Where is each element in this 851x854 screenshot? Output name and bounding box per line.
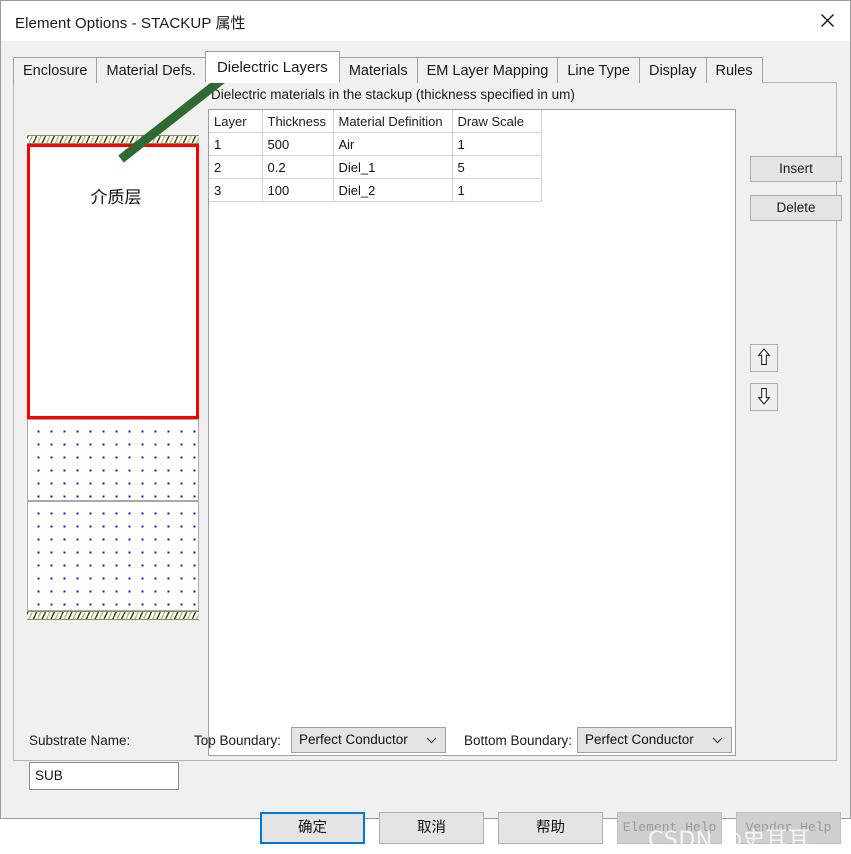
close-icon[interactable] [804, 1, 850, 40]
tab-line-type[interactable]: Line Type [557, 57, 640, 83]
substrate-name-label: Substrate Name: [29, 733, 131, 748]
cell-material[interactable]: Air [332, 132, 453, 156]
cell-draw-scale[interactable]: 1 [451, 132, 542, 156]
element-help-button: Element Help [617, 812, 722, 844]
tab-strip: Enclosure Material Defs. Dielectric Laye… [13, 51, 763, 83]
insert-button[interactable]: Insert [750, 156, 842, 182]
bottom-boundary-value: Perfect Conductor [585, 732, 694, 747]
top-boundary-label: Top Boundary: [194, 733, 282, 748]
table-header-row: Layer Thickness Material Definition Draw… [209, 110, 542, 133]
column-header-draw-scale[interactable]: Draw Scale [451, 110, 542, 133]
table-row[interactable]: 3 100 Diel_2 1 [209, 178, 542, 202]
column-header-thickness[interactable]: Thickness [261, 110, 334, 133]
cell-draw-scale[interactable]: 5 [451, 155, 542, 179]
dialog-client-area: Enclosure Material Defs. Dielectric Laye… [1, 41, 850, 853]
title-bar: Element Options - STACKUP 属性 [1, 1, 850, 41]
tab-material-defs[interactable]: Material Defs. [96, 57, 206, 83]
top-boundary-hatch [27, 135, 199, 144]
top-boundary-select[interactable]: Perfect Conductor [291, 727, 446, 753]
tab-em-layer-mapping[interactable]: EM Layer Mapping [416, 57, 559, 83]
preview-layer-diel-2[interactable] [27, 501, 199, 611]
cell-layer[interactable]: 3 [209, 178, 263, 202]
chevron-down-icon [426, 728, 437, 752]
cell-layer[interactable]: 1 [209, 132, 263, 156]
tab-dielectric-layers[interactable]: Dielectric Layers [204, 51, 340, 83]
tab-materials[interactable]: Materials [338, 57, 418, 83]
cell-thickness[interactable]: 500 [261, 132, 334, 156]
tab-rules[interactable]: Rules [705, 57, 763, 83]
move-up-button[interactable] [750, 344, 778, 372]
bottom-boundary-label: Bottom Boundary: [464, 733, 573, 748]
tab-enclosure[interactable]: Enclosure [13, 57, 98, 83]
dielectric-table-panel[interactable]: Layer Thickness Material Definition Draw… [208, 109, 736, 756]
preview-layer-diel-1[interactable] [27, 419, 199, 501]
table-row[interactable]: 1 500 Air 1 [209, 132, 542, 156]
cell-layer[interactable]: 2 [209, 155, 263, 179]
cell-thickness[interactable]: 0.2 [261, 155, 334, 179]
ok-button[interactable]: 确定 [260, 812, 365, 844]
tab-display[interactable]: Display [638, 57, 707, 83]
window-title: Element Options - STACKUP 属性 [15, 15, 246, 32]
vendor-help-button: Vendor Help [736, 812, 841, 844]
cell-draw-scale[interactable]: 1 [451, 178, 542, 202]
column-header-layer[interactable]: Layer [209, 110, 263, 133]
dielectric-table[interactable]: Layer Thickness Material Definition Draw… [209, 110, 542, 202]
top-boundary-value: Perfect Conductor [299, 732, 408, 747]
preview-layer-air[interactable]: 介质层 [27, 144, 199, 419]
cancel-button[interactable]: 取消 [379, 812, 484, 844]
stackup-preview[interactable]: 介质层 [27, 135, 199, 620]
dielectric-layers-panel: Dielectric materials in the stackup (thi… [13, 82, 842, 790]
element-options-dialog: Element Options - STACKUP 属性 Enclosure M… [0, 0, 851, 853]
table-row[interactable]: 2 0.2 Diel_1 5 [209, 155, 542, 179]
cell-thickness[interactable]: 100 [261, 178, 334, 202]
bottom-boundary-select[interactable]: Perfect Conductor [577, 727, 732, 753]
chevron-down-icon [712, 728, 723, 752]
move-down-button[interactable] [750, 383, 778, 411]
panel-caption: Dielectric materials in the stackup (thi… [209, 87, 577, 102]
bottom-boundary-hatch [27, 611, 199, 620]
dielectric-layer-label: 介质层 [90, 188, 142, 208]
cell-material[interactable]: Diel_1 [332, 155, 453, 179]
column-header-material-definition[interactable]: Material Definition [332, 110, 453, 133]
arrow-down-icon [757, 387, 771, 408]
substrate-name-input[interactable]: SUB [29, 762, 179, 790]
delete-button[interactable]: Delete [750, 195, 842, 221]
arrow-up-icon [757, 347, 771, 369]
cell-material[interactable]: Diel_2 [332, 178, 453, 202]
help-button[interactable]: 帮助 [498, 812, 603, 844]
